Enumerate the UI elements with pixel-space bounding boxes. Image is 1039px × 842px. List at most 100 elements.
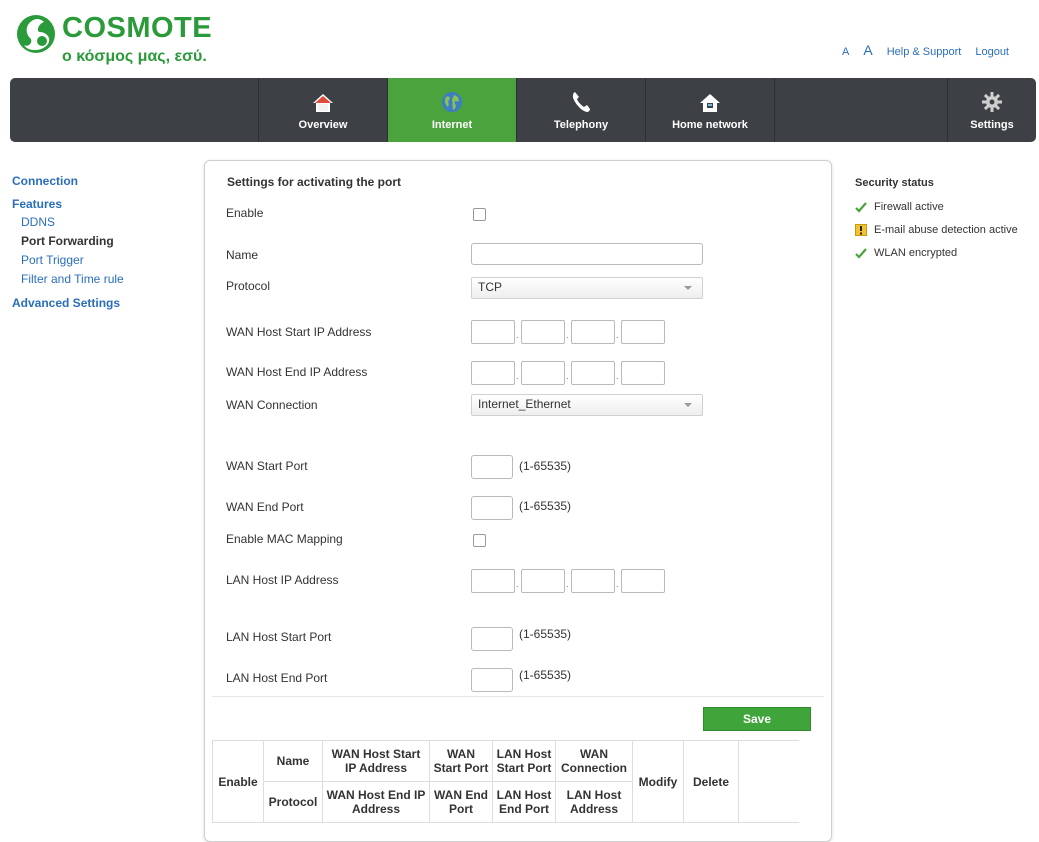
logout-link[interactable]: Logout [975,46,1009,58]
ip-dot: . [516,579,519,589]
col-modify: Modify [632,740,684,823]
lan-host-end-port-label: LAN Host End Port [226,671,328,685]
wan-connection-select-value: Internet_Ethernet [478,397,571,411]
col-protocol: Protocol [263,781,323,823]
security-item-firewall: Firewall active [855,201,1039,213]
security-item-label: WLAN encrypted [874,247,958,259]
lan-host-ip-label: LAN Host IP Address [226,573,339,587]
wan-host-end-ip-octet-3[interactable] [571,361,615,385]
wan-host-end-ip-octet-4[interactable] [621,361,665,385]
col-name: Name [263,740,323,782]
ip-dot: . [516,330,519,340]
col-wan-host-start-ip: WAN Host Start IP Address [322,740,430,782]
protocol-select[interactable]: TCP [471,277,703,299]
port-forwarding-table: Enable Name WAN Host Start IP Address WA… [212,740,799,823]
cosmote-logo[interactable]: COSMOTE ο κόσμος μας, εσύ. [14,10,214,72]
globe-icon [441,89,463,113]
help-support-link[interactable]: Help & Support [887,46,962,58]
home-network-icon [699,89,721,113]
nav-spacer [10,78,259,142]
lan-host-start-port-hint: (1-65535) [519,627,572,641]
gear-icon [981,89,1003,113]
wan-start-port-label: WAN Start Port [226,459,308,473]
nav-home-network-label: Home network [672,119,748,131]
wan-start-port-input[interactable] [471,455,513,479]
wan-end-port-hint: (1-65535) [519,499,572,513]
font-size-small-link[interactable]: A [842,46,849,58]
sidebar-item-filter-time-rule[interactable]: Filter and Time rule [21,270,192,289]
cosmote-logo-icon [17,15,55,53]
nav-telephony[interactable]: Telephony [517,78,646,142]
protocol-label: Protocol [226,279,271,293]
wan-end-port-label: WAN End Port [226,500,304,514]
wan-host-start-ip-octet-1[interactable] [471,320,515,344]
font-size-large-link[interactable]: A [863,42,872,58]
lan-host-start-port-input[interactable] [471,627,513,651]
wan-host-start-ip-octet-3[interactable] [571,320,615,344]
enable-label: Enable [226,206,264,220]
sidebar-item-port-trigger[interactable]: Port Trigger [21,251,192,270]
col-enable: Enable [212,740,264,823]
ip-dot: . [516,371,519,381]
security-item-label: Firewall active [874,201,944,213]
name-label: Name [226,248,259,262]
wan-connection-select[interactable]: Internet_Ethernet [471,394,703,416]
ip-dot: . [616,371,619,381]
security-status-panel: Security status Firewall active E-mail a… [855,177,1039,270]
wan-host-end-ip-octet-2[interactable] [521,361,565,385]
wan-host-end-ip-label: WAN Host End IP Address [226,365,368,379]
logo-brand-text: COSMOTE [62,12,213,44]
nav-home-network[interactable]: Home network [646,78,775,142]
main-nav: Overview Internet Telephony Home network… [10,78,1036,142]
lan-host-end-port-input[interactable] [471,668,513,692]
save-button[interactable]: Save [703,707,811,731]
divider [212,696,824,697]
panel-title: Settings for activating the port [227,175,402,189]
lan-host-ip-octet-1[interactable] [471,569,515,593]
lan-host-end-port-hint: (1-65535) [519,668,572,682]
nav-settings-label: Settings [970,119,1014,131]
col-wan-start-port: WAN Start Port [429,740,493,782]
lan-host-ip-octet-4[interactable] [621,569,665,593]
name-input[interactable] [471,243,703,265]
col-wan-host-end-ip: WAN Host End IP Address [322,781,430,823]
wan-host-start-ip-octet-2[interactable] [521,320,565,344]
nav-overview[interactable]: Overview [259,78,388,142]
col-lan-host-start-port: LAN Host Start Port [492,740,556,782]
col-wan-connection: WAN Connection [555,740,633,782]
wan-end-port-input[interactable] [471,496,513,520]
protocol-select-value: TCP [478,280,502,294]
sidebar-connection[interactable]: Connection [12,174,192,188]
ip-dot: . [566,579,569,589]
sidebar-item-port-forwarding[interactable]: Port Forwarding [21,232,192,251]
sidebar-features[interactable]: Features [12,197,192,211]
chevron-down-icon [684,403,692,407]
check-icon [855,201,869,213]
wan-host-end-ip-octet-1[interactable] [471,361,515,385]
chevron-down-icon [684,286,692,290]
wan-host-start-ip-octet-4[interactable] [621,320,665,344]
col-delete: Delete [683,740,739,823]
enable-mac-mapping-checkbox[interactable] [473,534,486,547]
table-header-row: Enable Name WAN Host Start IP Address WA… [212,740,799,823]
col-lan-host-end-port: LAN Host End Port [492,781,556,823]
security-item-wlan: WLAN encrypted [855,247,1039,259]
col-wan-end-port: WAN End Port [429,781,493,823]
top-links: A A Help & Support Logout [842,42,1009,58]
security-item-label: E-mail abuse detection active [874,224,1018,236]
sidebar: Connection Features DDNS Port Forwarding… [12,174,192,319]
warning-icon [855,224,869,236]
lan-host-ip-octet-2[interactable] [521,569,565,593]
home-icon [312,89,334,113]
nav-overview-label: Overview [298,119,348,131]
sidebar-item-ddns[interactable]: DDNS [21,213,192,232]
nav-settings[interactable]: Settings [948,78,1036,142]
sidebar-advanced-settings[interactable]: Advanced Settings [12,296,192,310]
lan-host-ip-octet-3[interactable] [571,569,615,593]
security-item-email-abuse: E-mail abuse detection active [855,224,1039,236]
check-icon [855,247,869,259]
ip-dot: . [566,371,569,381]
enable-checkbox[interactable] [473,208,486,221]
nav-internet[interactable]: Internet [388,78,517,142]
col-lan-host-address: LAN Host Address [555,781,633,823]
